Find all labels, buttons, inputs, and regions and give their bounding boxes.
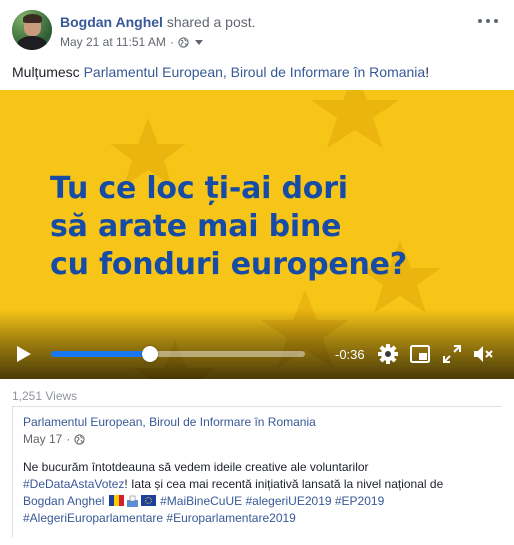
dot	[486, 19, 490, 23]
star-shape	[311, 90, 399, 148]
avatar-hair	[23, 14, 42, 23]
globe-icon	[74, 433, 85, 445]
headline-line: să arate mai bine	[50, 209, 342, 244]
post-text-link[interactable]: Parlamentul European, Biroul de Informar…	[84, 64, 426, 80]
shared-post: Parlamentul European, Biroul de Informar…	[12, 407, 502, 537]
post-text: Mulțumesc Parlamentul European, Biroul d…	[12, 64, 429, 80]
post-timestamp[interactable]: May 21 at 11:51 AM	[60, 35, 166, 49]
picture-in-picture-icon[interactable]	[409, 343, 431, 365]
gear-icon[interactable]	[377, 343, 399, 365]
meta-separator: ·	[66, 432, 71, 446]
ballot-box-icon	[126, 495, 138, 507]
headline-line: cu fonduri europene?	[50, 247, 407, 282]
shared-post-meta: May 17 ·	[23, 432, 85, 446]
time-remaining: -0:36	[335, 347, 365, 362]
mention-link[interactable]: Bogdan Anghel	[23, 494, 104, 508]
author-line: Bogdan Anghel shared a post.	[60, 14, 256, 30]
dot	[478, 19, 482, 23]
muted-volume-icon[interactable]	[472, 343, 494, 365]
meta-separator: ·	[169, 35, 174, 49]
shared-text-line: Bogdan Anghel #MaiBineCuUE #alegeriUE201…	[23, 493, 499, 510]
eu-flag-icon	[140, 495, 156, 506]
video-progress-bar[interactable]	[51, 346, 305, 362]
view-count[interactable]: 1,251 Views	[12, 389, 77, 403]
hashtag-link[interactable]: #DeDataAstaVotez	[23, 477, 124, 491]
shared-post-text: Ne bucurăm întotdeauna să vedem ideile c…	[23, 459, 499, 527]
progress-knob[interactable]	[142, 346, 159, 362]
play-icon[interactable]	[16, 345, 32, 363]
video-headline: Tu ce loc ți-ai dori să arate mai bine c…	[50, 170, 407, 284]
fullscreen-icon[interactable]	[441, 343, 463, 365]
post-text-suffix: !	[425, 64, 430, 80]
avatar[interactable]	[12, 10, 52, 50]
post-header: Bogdan Anghel shared a post. May 21 at 1…	[12, 10, 502, 54]
shared-text-line: #AlegeriEuroparlamentare #Europarlamenta…	[23, 510, 499, 527]
post-meta: May 21 at 11:51 AM ·	[60, 35, 203, 49]
shared-text-line: Ne bucurăm întotdeauna să vedem ideile c…	[23, 460, 369, 474]
globe-icon[interactable]	[178, 36, 189, 48]
hashtag-links[interactable]: #AlegeriEuroparlamentare #Europarlamenta…	[23, 511, 296, 525]
headline-line: Tu ce loc ți-ai dori	[50, 171, 348, 206]
avatar-body	[17, 36, 47, 50]
progress-fill	[51, 351, 151, 357]
post-text-prefix: Mulțumesc	[12, 64, 84, 80]
romania-flag-icon	[108, 495, 124, 506]
author-action: shared a post.	[166, 14, 256, 30]
shared-text-fragment: ! Iata și cea mai recentă inițiativă lan…	[124, 477, 444, 491]
shared-text-line: #DeDataAstaVotez! Iata și cea mai recent…	[23, 476, 499, 493]
hashtag-links[interactable]: #MaiBineCuUE #alegeriUE2019 #EP2019	[160, 494, 384, 508]
author-name[interactable]: Bogdan Anghel	[60, 14, 163, 30]
video-player[interactable]: Tu ce loc ți-ai dori să arate mai bine c…	[0, 90, 514, 379]
video-controls: -0:36	[0, 329, 514, 379]
dot	[494, 19, 498, 23]
shared-post-date[interactable]: May 17	[23, 432, 62, 446]
shared-page-name[interactable]: Parlamentul European, Biroul de Informar…	[23, 415, 316, 429]
more-options-icon[interactable]	[478, 14, 498, 28]
chevron-down-icon[interactable]	[194, 40, 203, 45]
